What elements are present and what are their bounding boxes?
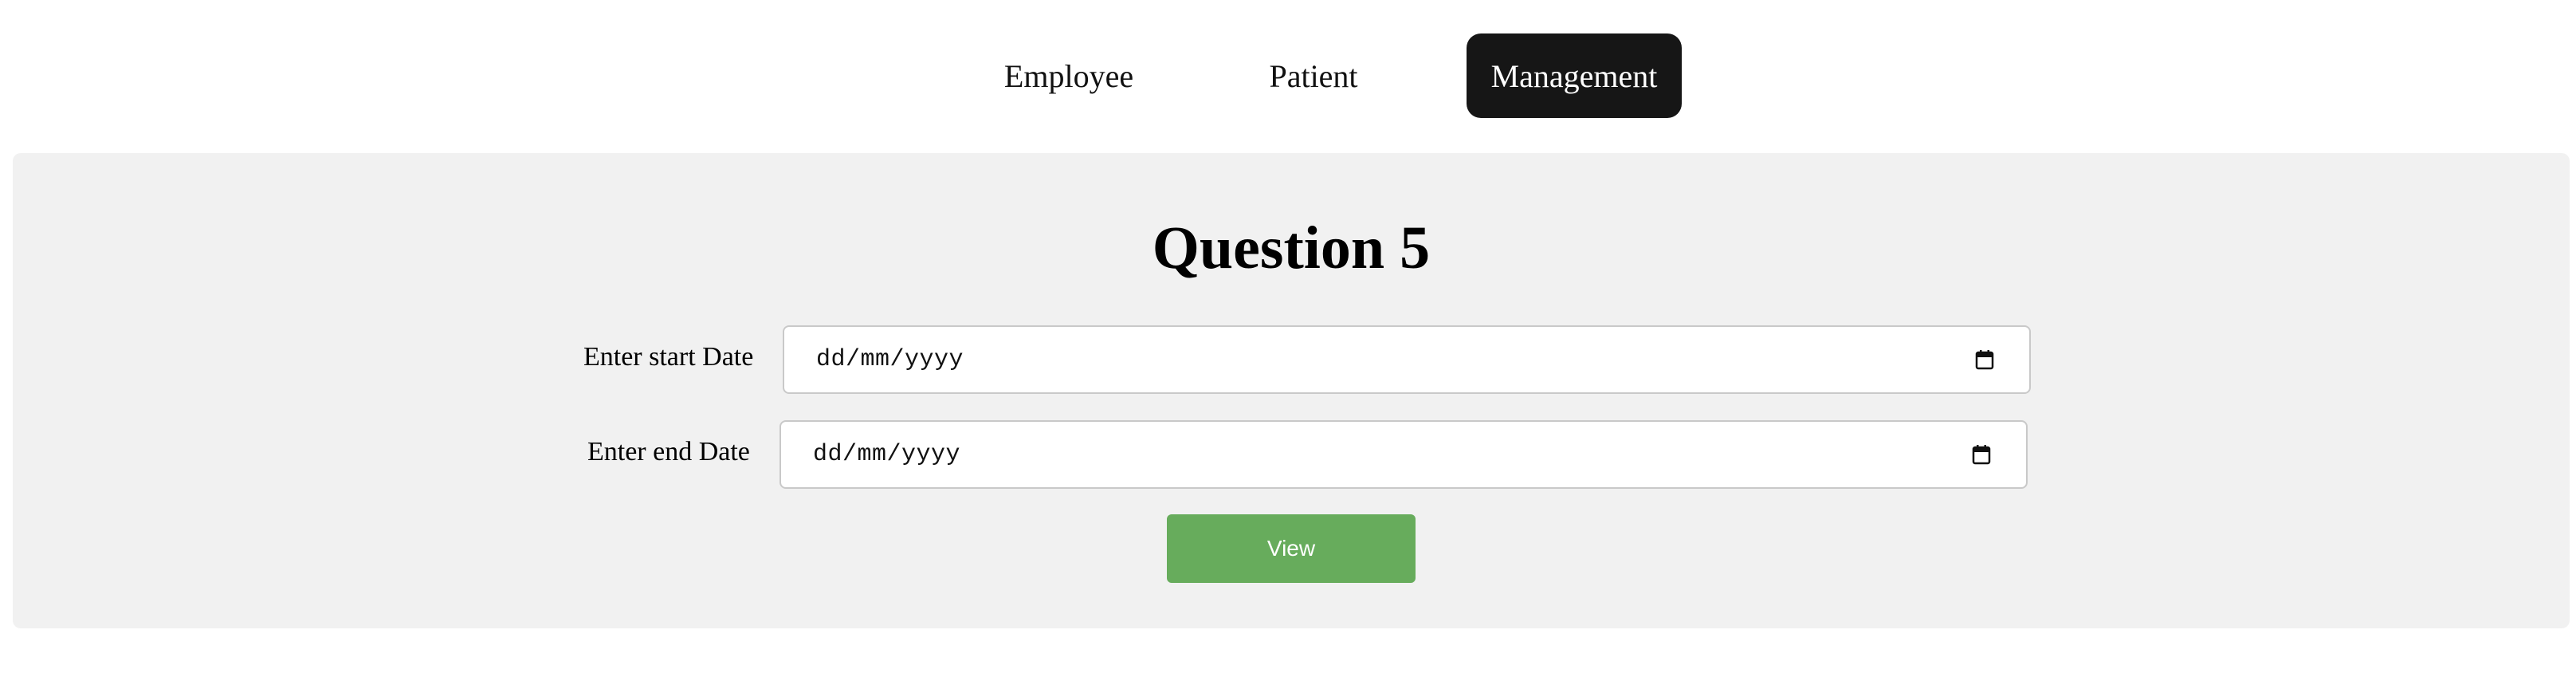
start-date-value: dd/mm/yyyy	[816, 346, 964, 373]
calendar-icon[interactable]	[1972, 444, 1991, 465]
start-date-field[interactable]: dd/mm/yyyy	[783, 325, 2031, 394]
nav-item-employee[interactable]: Employee	[980, 33, 1157, 118]
end-date-field[interactable]: dd/mm/yyyy	[779, 420, 2028, 489]
nav-item-management[interactable]: Management	[1467, 33, 1682, 118]
end-date-label: Enter end Date	[587, 437, 750, 466]
calendar-icon[interactable]	[1975, 349, 1994, 370]
question-panel: Question 5 Enter start Date dd/mm/yyyy E…	[13, 153, 2570, 628]
end-date-value: dd/mm/yyyy	[813, 441, 961, 468]
start-date-label: Enter start Date	[583, 342, 754, 372]
nav-item-patient[interactable]: Patient	[1243, 33, 1384, 118]
page-title: Question 5	[1152, 214, 1431, 281]
top-navigation: Employee Patient Management	[0, 0, 2576, 120]
view-button[interactable]: View	[1167, 514, 1416, 583]
